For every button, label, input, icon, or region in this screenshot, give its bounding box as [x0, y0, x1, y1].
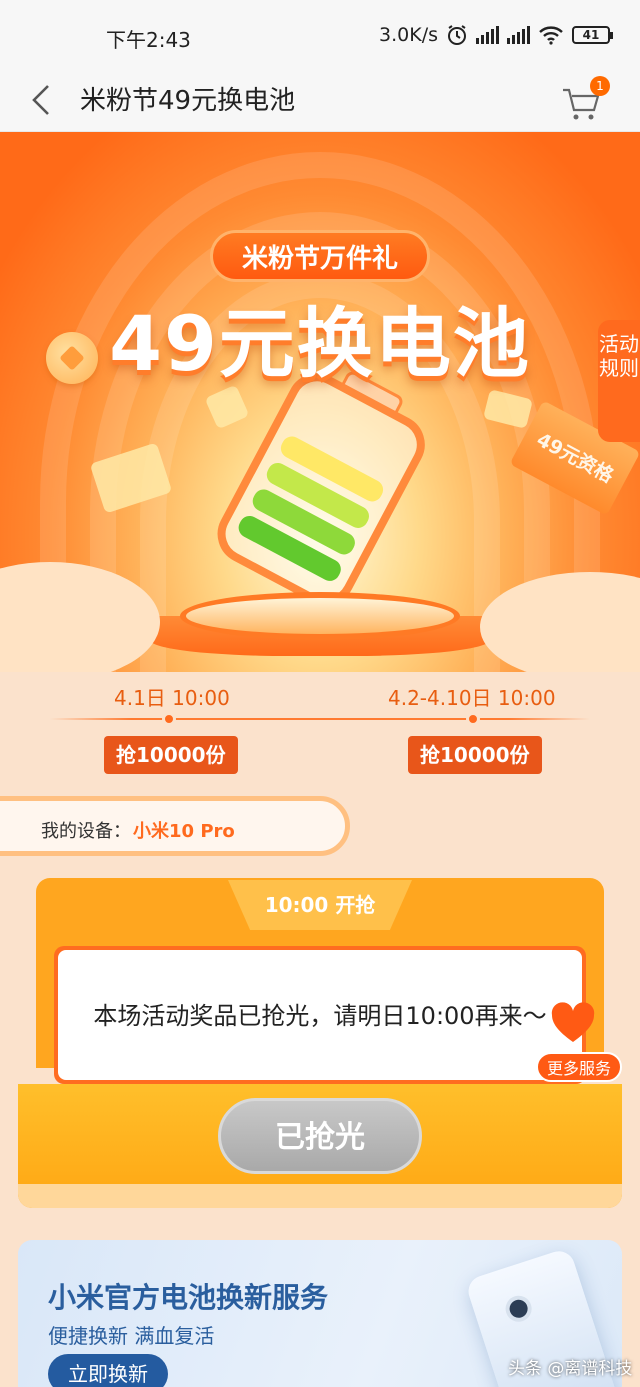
signal-icon: [476, 26, 499, 44]
page-title: 米粉节49元换电池: [80, 86, 296, 116]
status-bar: 下午2:43 3.0K/s 41: [0, 0, 640, 70]
device-label: 我的设备：: [41, 821, 131, 842]
watermark: 头条 @离谱科技: [508, 1359, 633, 1379]
back-arrow-icon[interactable]: [26, 80, 62, 120]
battery-icon: 41: [572, 26, 613, 44]
card-base-bottom: [18, 1184, 622, 1208]
hero-banner: 49元资格 米粉节万件礼 49元换电池 活动规则: [0, 132, 640, 672]
timeline-tag: 抢10000份: [104, 736, 238, 774]
sold-out-message: 本场活动奖品已抢光，请明日10:00再来～: [93, 1002, 547, 1030]
event-badge: 米粉节万件礼: [210, 230, 430, 282]
status-icons: 3.0K/s 41: [379, 24, 613, 46]
signal-icon: [507, 26, 530, 44]
more-services-button[interactable]: 更多服务: [536, 1052, 622, 1082]
device-value: 小米10 Pro: [133, 821, 235, 842]
banner-title: 小米官方电池换新服务: [48, 1281, 329, 1314]
camera-icon: [502, 1292, 535, 1326]
banner-subtitle: 便捷换新 满血复活: [48, 1324, 215, 1348]
replace-now-button[interactable]: 立即换新: [48, 1354, 168, 1387]
podium-top: [180, 592, 460, 640]
heart-icon[interactable]: [550, 1002, 596, 1046]
timeline-dot: [162, 712, 176, 726]
start-time-tab: 10:00 开抢: [228, 880, 412, 930]
status-time: 下午2:43: [106, 28, 191, 52]
timeline-line: [50, 718, 590, 720]
wifi-icon: [539, 26, 563, 45]
timeline-time: 4.2-4.10日 10:00: [388, 686, 556, 710]
network-speed: 3.0K/s: [379, 24, 438, 46]
timeline-dot: [466, 712, 480, 726]
my-device[interactable]: 我的设备： 小米10 Pro: [0, 796, 350, 856]
cart-button[interactable]: 1: [560, 76, 610, 124]
alarm-icon: [448, 25, 466, 45]
hero-title: 49元换电池: [109, 299, 531, 388]
schedule-timeline: 4.1日 10:00 4.2-4.10日 10:00 抢10000份 抢1000…: [0, 672, 640, 782]
cart-badge: 1: [590, 76, 610, 96]
sold-out-button[interactable]: 已抢光: [218, 1098, 422, 1174]
timeline-time: 4.1日 10:00: [114, 686, 230, 710]
timeline-tag: 抢10000份: [408, 736, 542, 774]
rules-button[interactable]: 活动规则: [598, 320, 640, 442]
nav-bar: 米粉节49元换电池 1: [0, 70, 640, 132]
